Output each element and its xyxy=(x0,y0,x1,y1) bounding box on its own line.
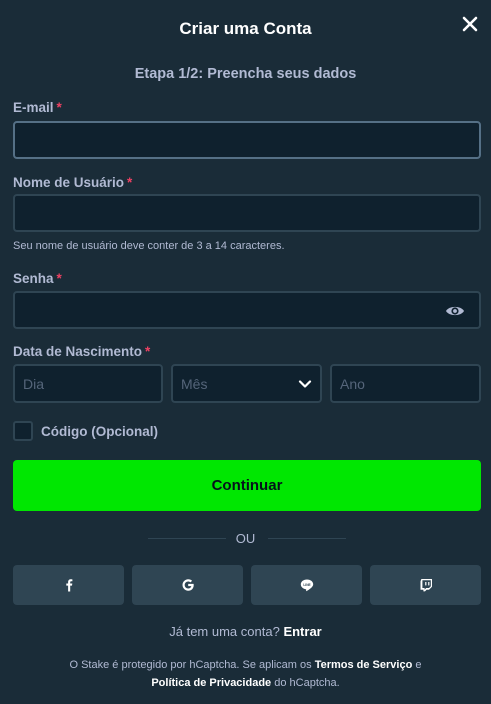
username-field-wrapper xyxy=(13,194,481,232)
username-field[interactable] xyxy=(15,196,479,230)
divider-text: OU xyxy=(235,531,256,546)
line-login-button[interactable]: LINE xyxy=(251,565,362,605)
register-modal: Criar uma Conta Etapa 1/2: Preencha seus… xyxy=(0,0,491,704)
facebook-login-button[interactable] xyxy=(13,565,124,605)
day-field[interactable] xyxy=(15,366,161,401)
password-label: Senha * xyxy=(13,271,62,286)
step-indicator: Etapa 1/2: Preencha seus dados xyxy=(134,66,357,82)
twitch-login-button[interactable] xyxy=(370,565,481,605)
google-login-button[interactable] xyxy=(132,565,243,605)
required-mark: * xyxy=(56,100,62,115)
divider-line-right xyxy=(268,538,346,539)
modal-title: Criar uma Conta xyxy=(179,19,312,38)
login-link[interactable]: Entrar xyxy=(283,624,321,639)
email-field-wrapper xyxy=(13,121,481,159)
google-icon xyxy=(182,579,194,591)
facebook-icon xyxy=(65,579,72,592)
eye-icon[interactable] xyxy=(445,303,465,319)
day-field-wrapper xyxy=(13,364,163,403)
code-checkbox-label[interactable]: Código (Opcional) xyxy=(41,424,158,439)
login-prompt: Já tem uma conta? Entrar xyxy=(169,624,322,639)
email-label: E-mail * xyxy=(13,100,62,115)
code-checkbox[interactable] xyxy=(13,421,33,441)
year-field-wrapper xyxy=(330,364,481,403)
continue-button[interactable]: Continuar xyxy=(13,460,481,511)
close-icon[interactable] xyxy=(460,14,480,34)
required-mark: * xyxy=(127,175,133,190)
line-icon: LINE xyxy=(300,579,313,592)
month-select[interactable]: Mês xyxy=(171,364,322,403)
username-label: Nome de Usuário * xyxy=(13,175,133,190)
chevron-down-icon xyxy=(298,380,312,388)
twitch-icon xyxy=(420,579,432,592)
username-hint: Seu nome de usuário deve conter de 3 a 1… xyxy=(13,240,285,252)
password-field-wrapper xyxy=(13,291,481,329)
required-mark: * xyxy=(145,344,151,359)
required-mark: * xyxy=(56,271,62,286)
privacy-link[interactable]: Política de Privacidade xyxy=(151,677,271,689)
terms-link[interactable]: Termos de Serviço xyxy=(315,659,413,671)
legal-text: O Stake é protegido por hCaptcha. Se apl… xyxy=(69,659,422,689)
year-field[interactable] xyxy=(332,366,479,401)
birthdate-label: Data de Nascimento * xyxy=(13,344,151,359)
email-field[interactable] xyxy=(15,123,479,157)
month-select-value: Mês xyxy=(181,376,208,392)
password-field[interactable] xyxy=(15,293,479,327)
svg-text:LINE: LINE xyxy=(303,583,310,587)
